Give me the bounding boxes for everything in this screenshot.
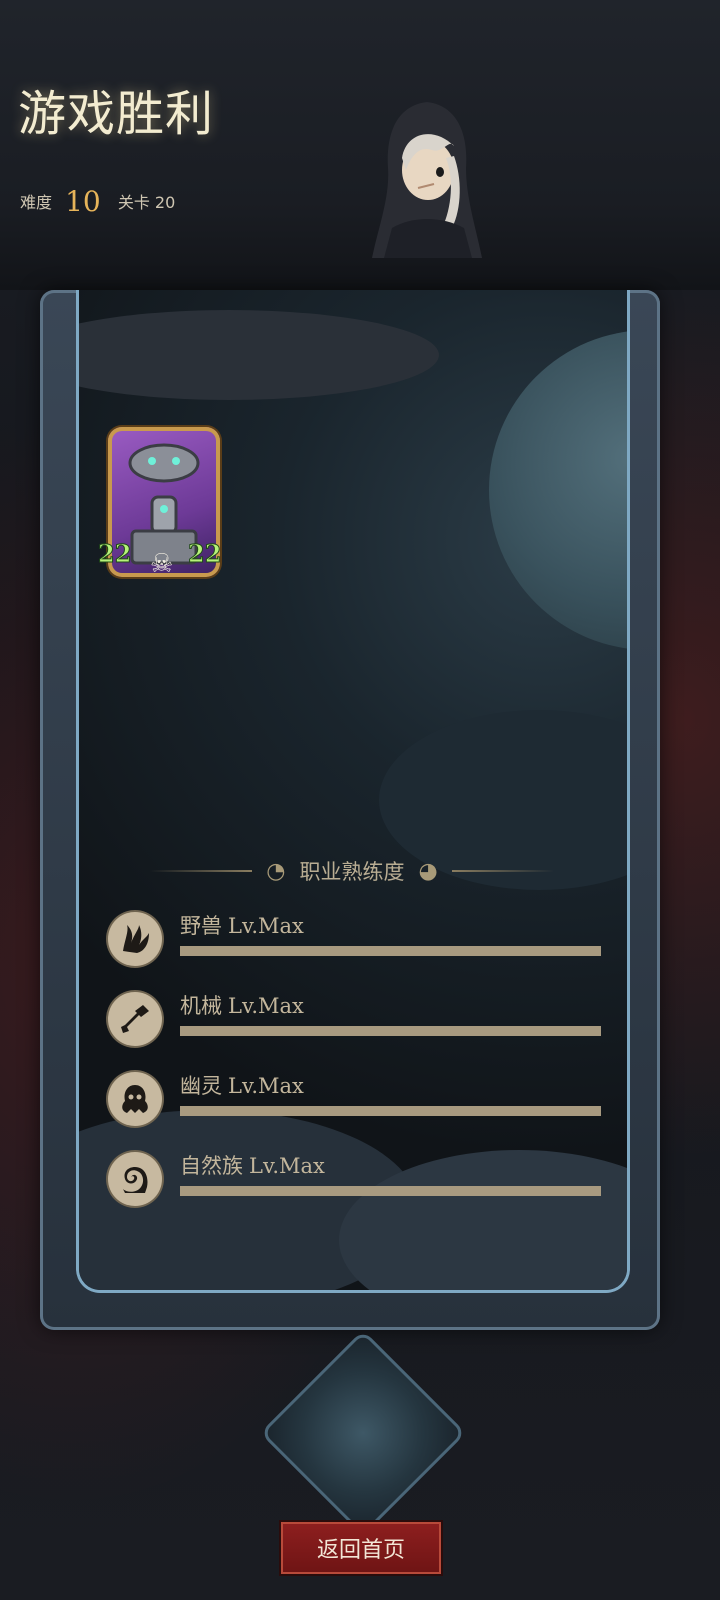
return-home-button[interactable]: 返回首页: [279, 1520, 443, 1576]
skull-icon: ☠: [150, 549, 174, 579]
proficiency-row-beast: 野兽 Lv.Max: [108, 912, 608, 968]
moon: [489, 330, 627, 650]
divider: [150, 870, 253, 872]
cloud: [79, 310, 439, 400]
nature-swirl-icon: [108, 1152, 162, 1206]
class-level: Lv.Max: [228, 914, 304, 938]
page-title: 游戏胜利: [18, 86, 215, 142]
progress-bar: [180, 1186, 601, 1196]
proficiency-header: ◔ 职业熟练度 ◕: [150, 854, 554, 888]
difficulty-value: 10: [65, 185, 101, 218]
proficiency-row-mech: 机械 Lv.Max: [108, 992, 608, 1048]
proficiency-row-ghost: 幽灵 Lv.Max: [108, 1072, 608, 1128]
class-name: 幽灵: [180, 1074, 222, 1098]
class-name: 野兽: [180, 914, 222, 938]
progress-fill: [180, 946, 601, 956]
ghost-icon: [108, 1072, 162, 1126]
mech-wrench-icon: [108, 992, 162, 1046]
level-info: 难度 10 关卡 20: [20, 182, 176, 218]
beast-claw-icon: [108, 912, 162, 966]
proficiency-label: 机械 Lv.Max: [180, 990, 304, 1020]
progress-bar: [180, 946, 601, 956]
class-level: Lv.Max: [249, 1154, 325, 1178]
hooded-character-avatar: [372, 102, 482, 258]
progress-fill: [180, 1106, 601, 1116]
header-band: [0, 0, 720, 290]
stage-label: 关卡 20: [117, 193, 176, 212]
divider: [451, 870, 554, 872]
proficiency-label: 幽灵 Lv.Max: [180, 1070, 304, 1100]
proficiency-title: 职业熟练度: [299, 860, 405, 884]
swirl-ornament-icon: ◔: [266, 858, 286, 884]
progress-fill: [180, 1186, 601, 1196]
class-name: 机械: [180, 994, 222, 1018]
difficulty-label: 难度: [20, 193, 53, 212]
class-level: Lv.Max: [228, 994, 304, 1018]
class-level: Lv.Max: [228, 1074, 304, 1098]
class-name: 自然族: [180, 1154, 243, 1178]
swirl-ornament-icon: ◕: [418, 858, 438, 884]
proficiency-label: 野兽 Lv.Max: [180, 910, 304, 940]
progress-fill: [180, 1026, 601, 1036]
proficiency-label: 自然族 Lv.Max: [180, 1150, 325, 1180]
reward-card[interactable]: 22 22 ☠: [97, 427, 230, 592]
card-attack: 22: [97, 539, 132, 569]
progress-bar: [180, 1026, 601, 1036]
card-health: 22: [187, 539, 222, 569]
progress-bar: [180, 1106, 601, 1116]
proficiency-row-nature: 自然族 Lv.Max: [108, 1152, 608, 1208]
